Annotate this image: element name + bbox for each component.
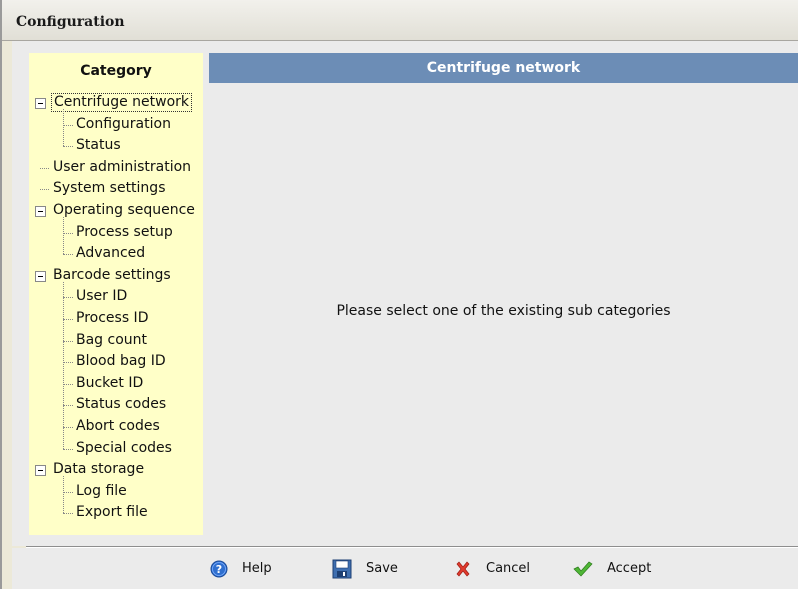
- tree-subcategory-item[interactable]: Blood bag ID: [74, 352, 168, 371]
- tree-connector: [63, 448, 73, 450]
- collapse-icon[interactable]: [35, 465, 46, 477]
- tree-subcategory-item[interactable]: Process setup: [74, 223, 175, 242]
- collapse-icon[interactable]: [35, 270, 46, 282]
- tree-connector: [63, 124, 73, 126]
- tree-connector: [63, 254, 73, 256]
- tree-connector: [63, 513, 73, 515]
- tree-connector: [40, 167, 49, 169]
- tree-category-item[interactable]: Barcode settings: [51, 266, 173, 285]
- category-heading: Category: [80, 63, 152, 79]
- tree-subcategory-item[interactable]: Abort codes: [74, 417, 162, 436]
- tree-connector: [63, 217, 64, 255]
- save-button[interactable]: Save: [332, 548, 398, 589]
- category-panel: Category Centrifuge network Configuration…: [29, 53, 203, 535]
- tree-connector: [63, 427, 73, 428]
- content-area: Category Centrifuge network Configuration…: [12, 41, 798, 546]
- tree-category-item[interactable]: User administration: [51, 158, 193, 177]
- tree-connector: [63, 146, 73, 148]
- window-title: Configuration: [16, 14, 125, 30]
- tree-category-item[interactable]: System settings: [51, 179, 168, 198]
- cancel-button[interactable]: Cancel: [454, 548, 530, 589]
- tree-connector: [63, 232, 73, 234]
- tree-subcategory-item[interactable]: Status: [74, 136, 123, 155]
- red-x-icon: [456, 560, 470, 577]
- tree-category-item[interactable]: Operating sequence: [51, 201, 197, 220]
- accept-label: Accept: [607, 561, 652, 576]
- configuration-window: Configuration Category Centrifuge networ…: [0, 0, 798, 589]
- tree-connector: [63, 340, 73, 342]
- tree-subcategory-item[interactable]: Advanced: [74, 244, 147, 263]
- button-bar: ? Help Save Cancel Accept: [12, 548, 798, 589]
- tree-connector: [63, 297, 73, 299]
- tree-subcategory-item[interactable]: Status codes: [74, 395, 168, 414]
- floppy-disk-icon: [332, 559, 352, 578]
- tree-subcategory-item[interactable]: Bucket ID: [74, 374, 145, 393]
- section-header: Centrifuge network: [209, 53, 798, 83]
- green-check-icon: [573, 561, 593, 577]
- tree-subcategory-item[interactable]: User ID: [74, 287, 129, 306]
- tree-connector: [40, 189, 49, 191]
- help-label: Help: [242, 561, 272, 576]
- tree-connector: [63, 109, 64, 147]
- collapse-icon[interactable]: [35, 206, 46, 217]
- tree-subcategory-item[interactable]: Configuration: [74, 115, 173, 134]
- help-button[interactable]: ? Help: [210, 548, 272, 589]
- tree-subcategory-item[interactable]: Log file: [74, 482, 129, 501]
- tree-connector: [63, 383, 73, 385]
- tree-connector: [63, 362, 73, 364]
- svg-text:?: ?: [216, 563, 222, 576]
- category-tree: Centrifuge network Configuration Status Use…: [29, 93, 203, 533]
- tree-connector: [63, 491, 73, 493]
- tree-subcategory-item[interactable]: Process ID: [74, 309, 150, 328]
- title-bar: Configuration: [2, 0, 798, 41]
- info-message: Please select one of the existing sub ca…: [336, 303, 671, 319]
- tree-connector: [63, 319, 73, 320]
- tree-category-item[interactable]: Centrifuge network: [51, 93, 193, 112]
- save-label: Save: [366, 561, 398, 576]
- tree-connector: [63, 281, 64, 449]
- tree-category-item[interactable]: Data storage: [51, 460, 146, 479]
- tree-subcategory-item[interactable]: Export file: [74, 503, 150, 522]
- tree-connector: [63, 476, 64, 514]
- accept-button[interactable]: Accept: [573, 548, 651, 589]
- tree-subcategory-item[interactable]: Special codes: [74, 439, 174, 458]
- cancel-label: Cancel: [486, 561, 531, 576]
- collapse-icon[interactable]: [35, 98, 46, 109]
- tree-subcategory-item[interactable]: Bag count: [74, 331, 149, 350]
- tree-connector: [63, 405, 73, 407]
- help-icon: ?: [210, 560, 228, 577]
